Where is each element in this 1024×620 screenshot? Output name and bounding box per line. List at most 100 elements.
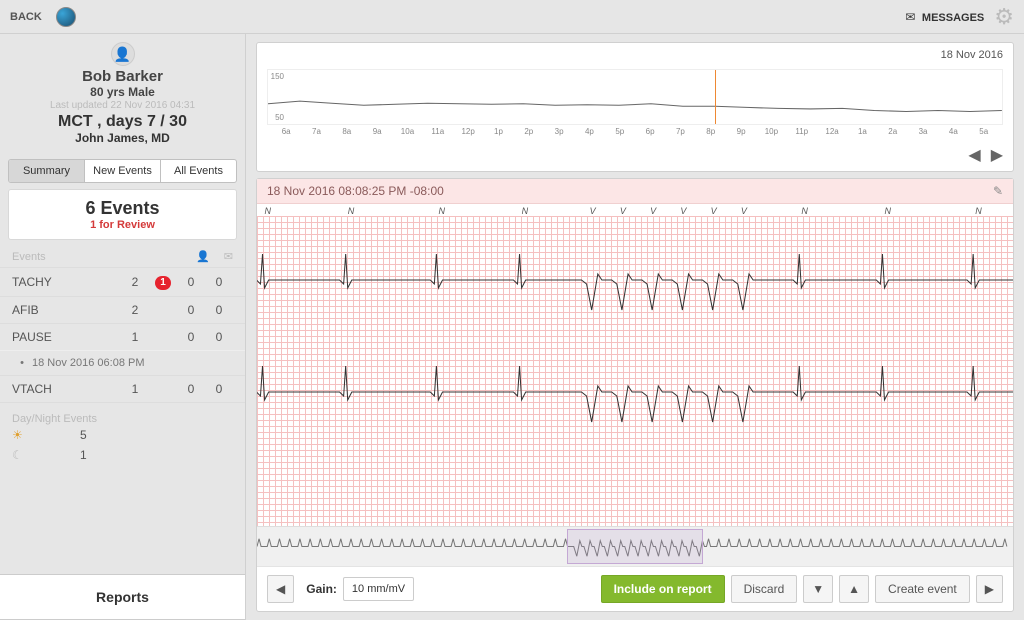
sidebar-tabs: Summary New Events All Events	[8, 159, 237, 183]
x-tick: 7p	[665, 127, 695, 136]
x-tick: 3a	[908, 127, 938, 136]
event-sent: 0	[205, 382, 233, 396]
tab-all-events[interactable]: All Events	[161, 160, 236, 182]
globe-icon[interactable]	[56, 7, 76, 27]
arrow-up-button[interactable]: ▲	[839, 575, 869, 603]
daynight-label: Day/Night Events	[12, 413, 233, 425]
x-tick: 8a	[332, 127, 362, 136]
arrow-down-button[interactable]: ▼	[803, 575, 833, 603]
x-tick: 11p	[787, 127, 817, 136]
gear-icon[interactable]: ⚙	[994, 4, 1014, 30]
day-count: 5	[80, 428, 87, 442]
study-title: MCT , days 7 / 30	[4, 113, 241, 131]
include-on-report-button[interactable]: Include on report	[601, 575, 725, 603]
x-tick: 9a	[362, 127, 392, 136]
gain-label: Gain:	[306, 582, 337, 596]
back-button[interactable]: BACK	[10, 11, 42, 23]
x-tick: 10p	[756, 127, 786, 136]
ecg-panel: 18 Nov 2016 08:08:25 PM -08:00 ✎ N N N N V V V…	[256, 178, 1014, 612]
event-count: 1	[121, 382, 149, 396]
event-count: 2	[121, 303, 149, 317]
moon-icon: ☾	[12, 448, 32, 462]
event-notified: 0	[177, 330, 205, 344]
summary-card[interactable]: 6 Events 1 for Review	[8, 189, 237, 240]
create-event-button[interactable]: Create event	[875, 575, 970, 603]
edit-icon[interactable]: ✎	[993, 184, 1003, 198]
timeline-next-button[interactable]: ▶	[991, 145, 1003, 165]
patient-avatar: 👤	[111, 42, 135, 66]
x-tick: 6p	[635, 127, 665, 136]
beat-label: V	[650, 206, 656, 216]
messages-label: MESSAGES	[922, 12, 984, 24]
patient-block: 👤 Bob Barker 80 yrs Male Last updated 22…	[0, 34, 245, 155]
event-review-badge: 1	[149, 274, 177, 290]
gain-select[interactable]: 10 mm/mV	[343, 577, 414, 601]
beat-label: N	[438, 206, 445, 216]
context-strip[interactable]	[257, 526, 1013, 566]
event-row-vtach[interactable]: VTACH100	[0, 375, 245, 403]
last-updated: Last updated 22 Nov 2016 04:31	[4, 100, 241, 111]
x-tick: 4p	[574, 127, 604, 136]
event-count: 2	[121, 275, 149, 289]
x-tick: 2p	[514, 127, 544, 136]
events-count: 6 Events	[17, 198, 228, 219]
discard-button[interactable]: Discard	[731, 575, 798, 603]
event-detail-row[interactable]: •18 Nov 2016 06:08 PM	[0, 350, 245, 375]
patient-name: Bob Barker	[4, 68, 241, 85]
scroll-right-button[interactable]: ▶	[976, 575, 1003, 603]
x-tick: 12p	[453, 127, 483, 136]
messages-button[interactable]: ✉ MESSAGES	[905, 8, 984, 26]
event-name: TACHY	[12, 275, 121, 289]
event-notified: 0	[177, 275, 205, 289]
timeline-date: 18 Nov 2016	[941, 49, 1003, 61]
x-tick: 8p	[696, 127, 726, 136]
context-selection[interactable]	[567, 529, 703, 564]
controls-bar: ◀ Gain: 10 mm/mV Include on report Disca…	[257, 566, 1013, 611]
timeline-marker[interactable]	[715, 70, 716, 124]
ecg-grid[interactable]	[257, 216, 1013, 526]
sidebar: 👤 Bob Barker 80 yrs Male Last updated 22…	[0, 34, 246, 620]
night-count: 1	[80, 448, 87, 462]
event-sent: 0	[205, 303, 233, 317]
event-row-tachy[interactable]: TACHY2100	[0, 267, 245, 296]
sun-icon: ☀	[12, 428, 32, 442]
mail-icon: ✉	[224, 250, 233, 263]
event-row-pause[interactable]: PAUSE1 00	[0, 323, 245, 350]
x-tick: 10a	[392, 127, 422, 136]
hr-trend-chart[interactable]: 150 50	[267, 69, 1003, 125]
event-row-afib[interactable]: AFIB2 00	[0, 296, 245, 323]
tab-new-events[interactable]: New Events	[85, 160, 161, 182]
day-events-row: ☀ 5	[12, 425, 233, 445]
x-tick: 4a	[938, 127, 968, 136]
events-heading: Events	[12, 251, 196, 263]
event-detail-time: 18 Nov 2016 06:08 PM	[32, 357, 145, 369]
envelope-icon: ✉	[905, 10, 915, 24]
timeline-prev-button[interactable]: ◀	[968, 145, 980, 165]
event-notified: 0	[177, 303, 205, 317]
x-tick: 9p	[726, 127, 756, 136]
event-sent: 0	[205, 275, 233, 289]
ecg-timestamp: 18 Nov 2016 08:08:25 PM -08:00	[267, 184, 444, 198]
timeline-xaxis: 6a7a8a9a10a11a12p1p2p3p4p5p6p7p8p9p10p11…	[267, 127, 1003, 136]
beat-label: N	[884, 206, 891, 216]
beat-annotations: NNNNVVVVVVNNN	[257, 204, 1013, 216]
events-table: Events 👤 ✉ TACHY2100AFIB200PAUSE100•18 N…	[0, 248, 245, 403]
beat-label: V	[620, 206, 626, 216]
beat-label: V	[590, 206, 596, 216]
x-tick: 2a	[878, 127, 908, 136]
timeline-panel: 18 Nov 2016 150 50 6a7a8a9a10a11a12p1p2p…	[256, 42, 1014, 172]
event-notified: 0	[177, 382, 205, 396]
tab-summary[interactable]: Summary	[9, 160, 85, 182]
reports-button[interactable]: Reports	[0, 574, 245, 620]
event-name: AFIB	[12, 303, 121, 317]
beat-label: N	[348, 206, 355, 216]
event-name: PAUSE	[12, 330, 121, 344]
beat-label: N	[522, 206, 529, 216]
beat-label: V	[741, 206, 747, 216]
event-count: 1	[121, 330, 149, 344]
scroll-left-button[interactable]: ◀	[267, 575, 294, 603]
event-sent: 0	[205, 330, 233, 344]
x-tick: 11a	[423, 127, 453, 136]
patient-demographics: 80 yrs Male	[4, 85, 241, 99]
x-tick: 6a	[271, 127, 301, 136]
